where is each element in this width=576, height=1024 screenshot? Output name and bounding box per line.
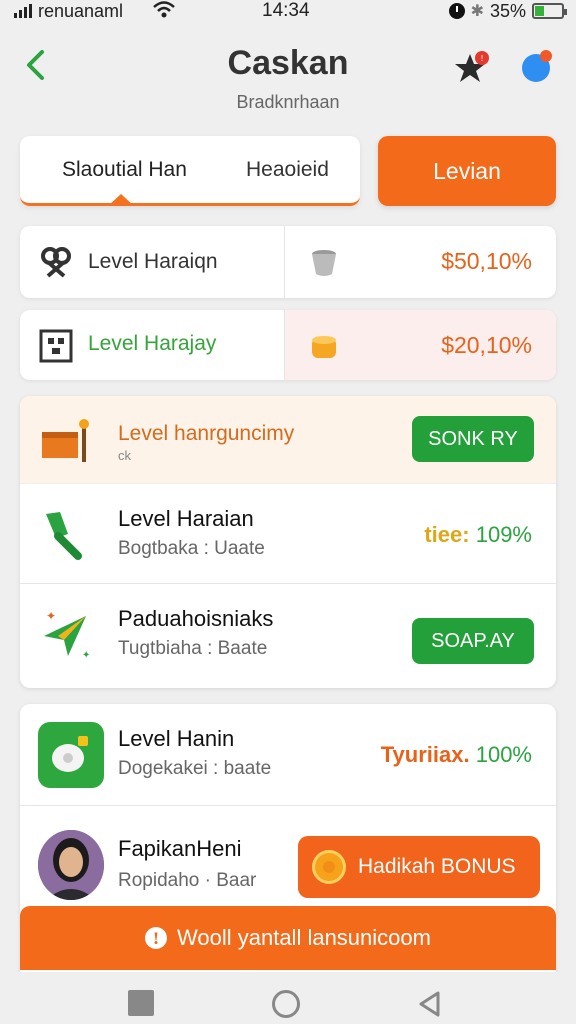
recent-apps-icon[interactable] [128,990,154,1016]
list-item-subtitle: Ropidaho · Baar [118,870,257,891]
bottom-banner[interactable]: ! Wooll yantall lansunicoom [20,906,556,970]
hammer-crate-icon [42,419,89,462]
level-row-value: $20,10% [441,332,532,358]
green-brush-icon [46,512,82,560]
list-item-title: Level Haraian [118,506,254,531]
svg-text:!: ! [481,54,483,63]
pretzel-icon [41,247,71,278]
carrier-name: renuanaml [38,0,124,21]
battery-icon [532,3,567,19]
list-item[interactable]: FapikanHeni Ropidaho · Baar Hadikah BONU… [20,806,556,906]
battery-level [535,6,545,16]
system-nav-bar [0,972,576,1024]
app-tile-icon [38,722,104,788]
person-photo [38,830,104,900]
coin-icon [312,850,346,884]
svg-text:✦: ✦ [82,650,90,661]
list-item-subtitle: ck [118,448,131,463]
levian-button[interactable]: Levian [378,136,556,206]
level-row-label: Level Haraiqn [88,250,218,273]
coin-cup-icon [312,336,336,358]
value-number: 100% [475,742,532,767]
status-bar: renuanaml 14:34 ✱ 35% [0,0,576,24]
task-list: Level hanrguncimy ck SONK RY Level Harai… [20,396,556,688]
signal-icon [14,4,32,18]
toilet-paper-icon [52,736,88,772]
soap-ay-button[interactable]: SOAP.AY [412,618,534,664]
value-prefix: Tyuriiax. [380,742,470,767]
banner-label: Wooll yantall lansunicoom [177,925,431,950]
nav-back-icon[interactable] [416,990,444,1018]
list-item-title: Paduahoisniaks [118,606,274,631]
list-item[interactable]: Level Haraian Bogtbaka : Uaate tiee: 109… [20,484,556,584]
tab-heaoieid[interactable]: Heaoieid [246,158,329,182]
list-item[interactable]: Level hanrguncimy ck SONK RY [20,396,556,484]
tab-slaoutial-han[interactable]: Slaoutial Han [62,158,187,182]
list-item[interactable]: ✦ ✦ Paduahoisniaks Tugtbiaha : Baate SOA… [20,584,556,688]
star-notification-icon[interactable]: ! [452,50,492,86]
status-right: ✱ 35% [448,0,567,22]
tab-bar: Slaoutial Han Heaoieid [20,136,360,206]
wifi-icon [153,1,175,18]
row-divider [284,226,285,298]
value-number: 109% [475,522,532,547]
sonk-ry-button[interactable]: SONK RY [412,416,534,462]
bonus-button-label: Hadikah BONUS [358,855,516,878]
status-left: renuanaml [14,0,123,22]
page-subtitle: Bradknrhaan [236,92,340,112]
bonus-button[interactable]: Hadikah BONUS [298,836,540,898]
avatar [38,830,104,900]
list-item-value: Tyuriiax. 100% [381,742,532,768]
list-item-title: Level hanrguncimy [118,422,295,445]
list-item-title: FapikanHeni [118,836,242,861]
profile-dot-icon[interactable] [520,48,556,84]
list-item[interactable]: Level Hanin Dogekakei : baate Tyuriiax. … [20,704,556,806]
value-prefix: tiee: [424,522,470,547]
status-time: 14:34 [262,0,310,21]
svg-text:✦: ✦ [46,609,56,623]
active-tab-indicator [108,194,134,206]
home-icon[interactable] [272,990,300,1018]
list-item-subtitle: Bogtbaka : Uaate [118,538,265,559]
list-item-title: Level Hanin [118,726,235,751]
list-item-value: tiee: 109% [424,522,532,548]
alarm-icon [448,3,465,19]
list-item-subtitle: Tugtbiaha : Baate [118,638,268,659]
sparkle-plane-icon: ✦ ✦ [44,609,90,661]
level-row[interactable]: Level Haraiqn $50,10% [20,226,556,298]
list-item-subtitle: Dogekakei : baate [118,758,272,779]
level-row[interactable]: Level Harajay $20,10% [20,310,556,380]
level-row-label: Level Harajay [88,332,217,355]
battery-percent: 35% [489,0,526,21]
grid-box-icon [39,329,73,363]
bluetooth-icon: ✱ [470,3,484,20]
cup-icon [312,250,336,276]
row-divider [284,310,285,380]
info-icon: ! [145,927,168,949]
level-row-value: $50,10% [441,248,532,274]
